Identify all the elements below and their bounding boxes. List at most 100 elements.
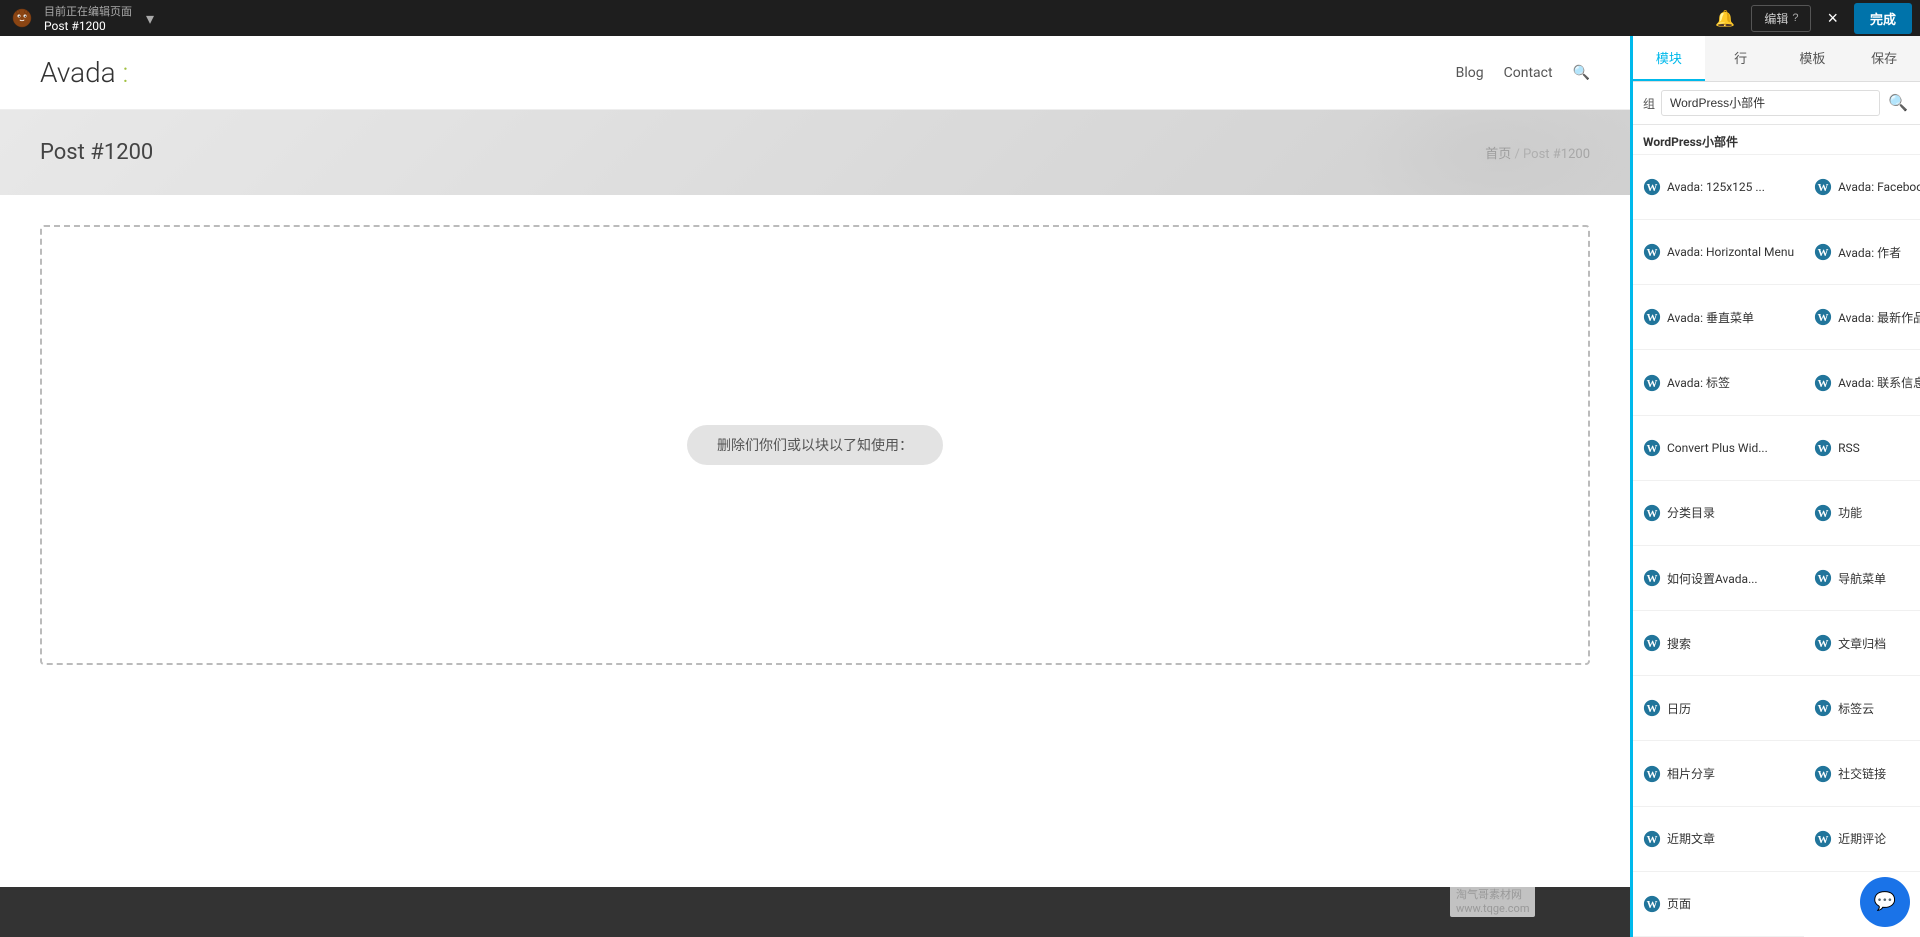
svg-text:W: W <box>1818 834 1829 846</box>
widget-item-18[interactable]: W 相片分享 <box>1633 741 1804 806</box>
wordpress-icon: W <box>1814 178 1832 196</box>
widget-label: 搜索 <box>1667 635 1691 652</box>
tab-templates[interactable]: 模板 <box>1777 36 1849 81</box>
wordpress-icon: W <box>1814 830 1832 848</box>
svg-text:W: W <box>1818 508 1829 520</box>
wordpress-icon: W <box>1643 439 1661 457</box>
widget-item-17[interactable]: W 标签云 <box>1804 676 1920 741</box>
panel-search-button[interactable]: 🔍 <box>1886 91 1910 115</box>
widget-label: Avada: 最新作品 <box>1838 309 1920 326</box>
widget-item-4[interactable]: W Avada: 垂直菜单 <box>1633 285 1804 350</box>
svg-text:W: W <box>1647 247 1658 259</box>
breadcrumb-current: Post #1200 <box>1523 147 1590 162</box>
widget-label: Convert Plus Wid... <box>1667 441 1768 455</box>
svg-text:W: W <box>1818 573 1829 585</box>
breadcrumb: 首页 / Post #1200 <box>1485 143 1590 162</box>
widget-item-12[interactable]: W 如何设置Avada... <box>1633 546 1804 611</box>
widget-item-9[interactable]: W RSS <box>1804 416 1920 481</box>
widget-item-20[interactable]: W 近期文章 <box>1633 807 1804 872</box>
svg-text:W: W <box>1647 378 1658 390</box>
widget-item-22[interactable]: W 页面 <box>1633 872 1804 937</box>
site-footer <box>0 887 1630 937</box>
support-badge[interactable]: 💬 <box>1860 877 1910 927</box>
drop-zone[interactable]: 删除们你们或以块以了知使用： <box>40 225 1590 665</box>
widget-item-14[interactable]: W 搜索 <box>1633 611 1804 676</box>
wordpress-icon: W <box>1814 308 1832 326</box>
panel-category-select[interactable]: WordPress小部件 全部 内容 媒体 <box>1661 90 1880 116</box>
notification-bell-icon[interactable]: 🔔 <box>1715 9 1735 28</box>
svg-text:W: W <box>1647 703 1658 715</box>
wordpress-icon: W <box>1643 895 1661 913</box>
site-header: Avada : Blog Contact 🔍 <box>0 36 1630 110</box>
wordpress-icon: W <box>1643 830 1661 848</box>
tab-rows[interactable]: 行 <box>1705 36 1777 81</box>
wordpress-icon: W <box>1643 178 1661 196</box>
page-header-title: Post #1200 <box>40 140 153 165</box>
widget-label: 标签云 <box>1838 700 1874 717</box>
widget-item-2[interactable]: W Avada: Horizontal Menu <box>1633 220 1804 285</box>
widget-label: 页面 <box>1667 895 1691 912</box>
tab-save[interactable]: 保存 <box>1848 36 1920 81</box>
widget-label: 近期文章 <box>1667 830 1715 847</box>
panel-tabs: 模块 行 模板 保存 <box>1633 36 1920 82</box>
nav-item-contact[interactable]: Contact <box>1504 65 1553 81</box>
admin-bar-title: 目前正在编辑页面 Post #1200 <box>44 3 132 33</box>
widget-label: 如何设置Avada... <box>1667 570 1758 587</box>
widget-item-7[interactable]: W Avada: 联系信息 <box>1804 350 1920 415</box>
widget-label: 社交链接 <box>1838 765 1886 782</box>
wordpress-icon: W <box>1814 699 1832 717</box>
widget-item-11[interactable]: W 功能 <box>1804 481 1920 546</box>
widget-item-13[interactable]: W 导航菜单 <box>1804 546 1920 611</box>
preview-area: Avada : Blog Contact 🔍 Post #1200 首页 / P… <box>0 36 1630 937</box>
widget-label: Avada: 125x125 ... <box>1667 180 1765 194</box>
close-button[interactable]: × <box>1819 4 1846 33</box>
widget-label: 近期评论 <box>1838 830 1886 847</box>
wordpress-icon: W <box>1643 308 1661 326</box>
wordpress-icon: W <box>1814 634 1832 652</box>
widget-item-15[interactable]: W 文章归档 <box>1804 611 1920 676</box>
widget-label: 功能 <box>1838 504 1862 521</box>
widget-item-5[interactable]: W Avada: 最新作品 <box>1804 285 1920 350</box>
widget-item-10[interactable]: W 分类目录 <box>1633 481 1804 546</box>
widget-item-0[interactable]: W Avada: 125x125 ... <box>1633 155 1804 220</box>
svg-text:W: W <box>1647 573 1658 585</box>
wordpress-icon: W <box>1643 243 1661 261</box>
panel-search-row: 组 WordPress小部件 全部 内容 媒体 🔍 <box>1633 82 1920 125</box>
wordpress-icon: W <box>1643 504 1661 522</box>
search-icon[interactable]: 🔍 <box>1573 65 1590 81</box>
svg-text:W: W <box>1818 247 1829 259</box>
widget-label: 分类目录 <box>1667 504 1715 521</box>
admin-bar: 目前正在编辑页面 Post #1200 ▾ 🔔 编辑 ? × 完成 <box>0 0 1920 36</box>
svg-text:W: W <box>1647 312 1658 324</box>
svg-text:W: W <box>1818 443 1829 455</box>
widget-item-21[interactable]: W 近期评论 <box>1804 807 1920 872</box>
widget-label: Avada: Facebook-... <box>1838 180 1920 194</box>
widget-item-19[interactable]: W 社交链接 <box>1804 741 1920 806</box>
wordpress-icon: W <box>1814 243 1832 261</box>
tab-modules[interactable]: 模块 <box>1633 36 1705 81</box>
wordpress-icon: W <box>1643 374 1661 392</box>
widget-label: RSS <box>1838 441 1860 455</box>
edit-button[interactable]: 编辑 ? <box>1751 5 1811 32</box>
panel-category-label: WordPress小部件 <box>1633 125 1920 154</box>
widget-label: 相片分享 <box>1667 765 1715 782</box>
widget-label: Avada: 作者 <box>1838 244 1901 261</box>
widget-label: Avada: Horizontal Menu <box>1667 245 1794 259</box>
admin-bar-actions: 编辑 ? × 完成 <box>1751 3 1912 34</box>
svg-text:W: W <box>1818 378 1829 390</box>
widget-item-1[interactable]: W Avada: Facebook-... <box>1804 155 1920 220</box>
wordpress-icon: W <box>1643 699 1661 717</box>
widget-label: 导航菜单 <box>1838 570 1886 587</box>
widget-item-6[interactable]: W Avada: 标签 <box>1633 350 1804 415</box>
widget-item-16[interactable]: W 日历 <box>1633 676 1804 741</box>
widget-item-8[interactable]: W Convert Plus Wid... <box>1633 416 1804 481</box>
nav-item-blog[interactable]: Blog <box>1456 65 1484 81</box>
done-button[interactable]: 完成 <box>1854 3 1912 34</box>
widget-item-3[interactable]: W Avada: 作者 <box>1804 220 1920 285</box>
admin-bar-chevron-icon[interactable]: ▾ <box>146 9 154 28</box>
edit-help-icon: ? <box>1792 12 1798 24</box>
breadcrumb-home[interactable]: 首页 <box>1485 147 1511 162</box>
svg-text:W: W <box>1818 312 1829 324</box>
site-nav: Blog Contact 🔍 <box>1456 65 1590 81</box>
page-header: Post #1200 首页 / Post #1200 <box>0 110 1630 195</box>
